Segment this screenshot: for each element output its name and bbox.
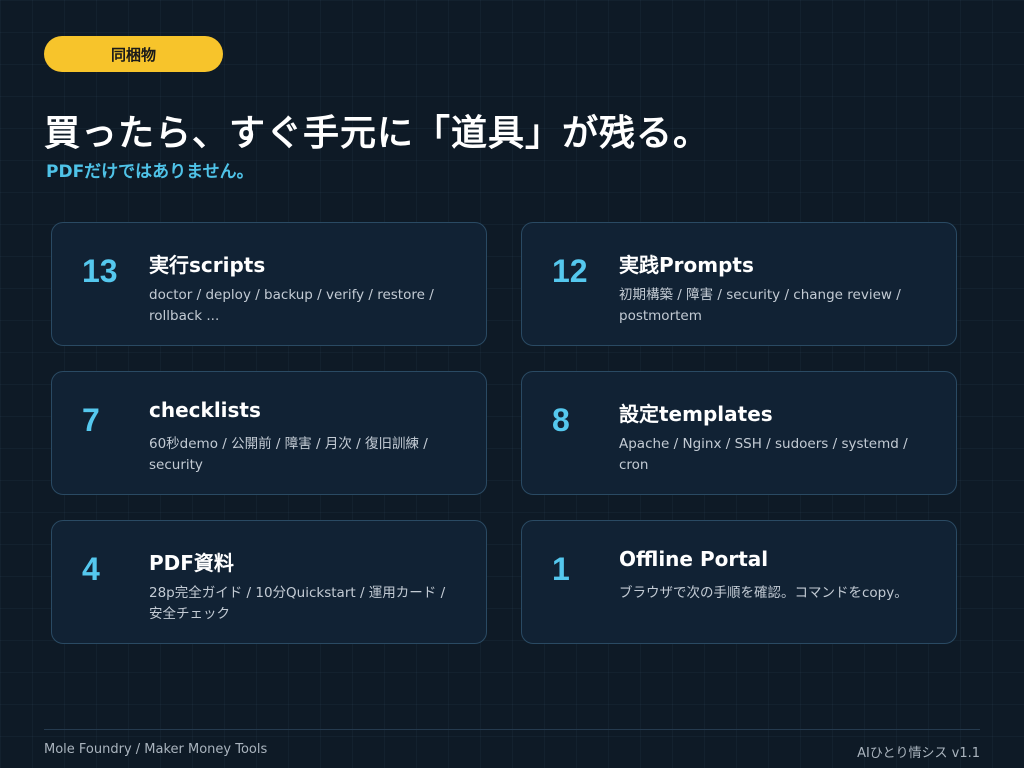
card-description: 60秒demo / 公開前 / 障害 / 月次 / 復旧訓練 / securit…: [149, 436, 428, 473]
card-description: doctor / deploy / backup / verify / rest…: [149, 287, 434, 324]
card-title: 設定templates: [619, 402, 773, 426]
card-description: 28p完全ガイド / 10分Quickstart / 運用カード / 安全チェッ…: [149, 585, 446, 622]
card-checklists: 7 checklists 60秒demo / 公開前 / 障害 / 月次 / 復…: [51, 371, 487, 495]
card-scripts: 13 実行scripts doctor / deploy / backup / …: [51, 222, 487, 346]
card-count: 7: [82, 402, 100, 438]
footer-version: AIひとり情シス v1.1: [857, 746, 980, 761]
card-description: 初期構築 / 障害 / security / change review / p…: [619, 287, 901, 324]
page-subtitle: PDFだけではありません。: [46, 162, 254, 182]
card-title: Offline Portal: [619, 547, 769, 571]
card-title: 実践Prompts: [619, 253, 754, 277]
section-badge: 同梱物: [44, 36, 223, 72]
card-pdf: 4 PDF資料 28p完全ガイド / 10分Quickstart / 運用カード…: [51, 520, 487, 644]
card-count: 12: [552, 253, 588, 289]
card-count: 1: [552, 551, 570, 587]
card-count: 8: [552, 402, 570, 438]
card-title: 実行scripts: [149, 253, 266, 277]
card-count: 13: [82, 253, 118, 289]
card-title: PDF資料: [149, 551, 234, 575]
card-prompts: 12 実践Prompts 初期構築 / 障害 / security / chan…: [521, 222, 957, 346]
page-title: 買ったら、すぐ手元に「道具」が残る。: [44, 113, 711, 154]
card-title: checklists: [149, 398, 261, 422]
footer-divider: [44, 729, 980, 730]
card-count: 4: [82, 551, 100, 587]
card-templates: 8 設定templates Apache / Nginx / SSH / sud…: [521, 371, 957, 495]
card-offline-portal: 1 Offline Portal ブラウザで次の手順を確認。コマンドをcopy。: [521, 520, 957, 644]
footer-credit: Mole Foundry / Maker Money Tools: [44, 742, 268, 757]
card-description: ブラウザで次の手順を確認。コマンドをcopy。: [619, 585, 908, 601]
card-description: Apache / Nginx / SSH / sudoers / systemd…: [619, 436, 908, 473]
